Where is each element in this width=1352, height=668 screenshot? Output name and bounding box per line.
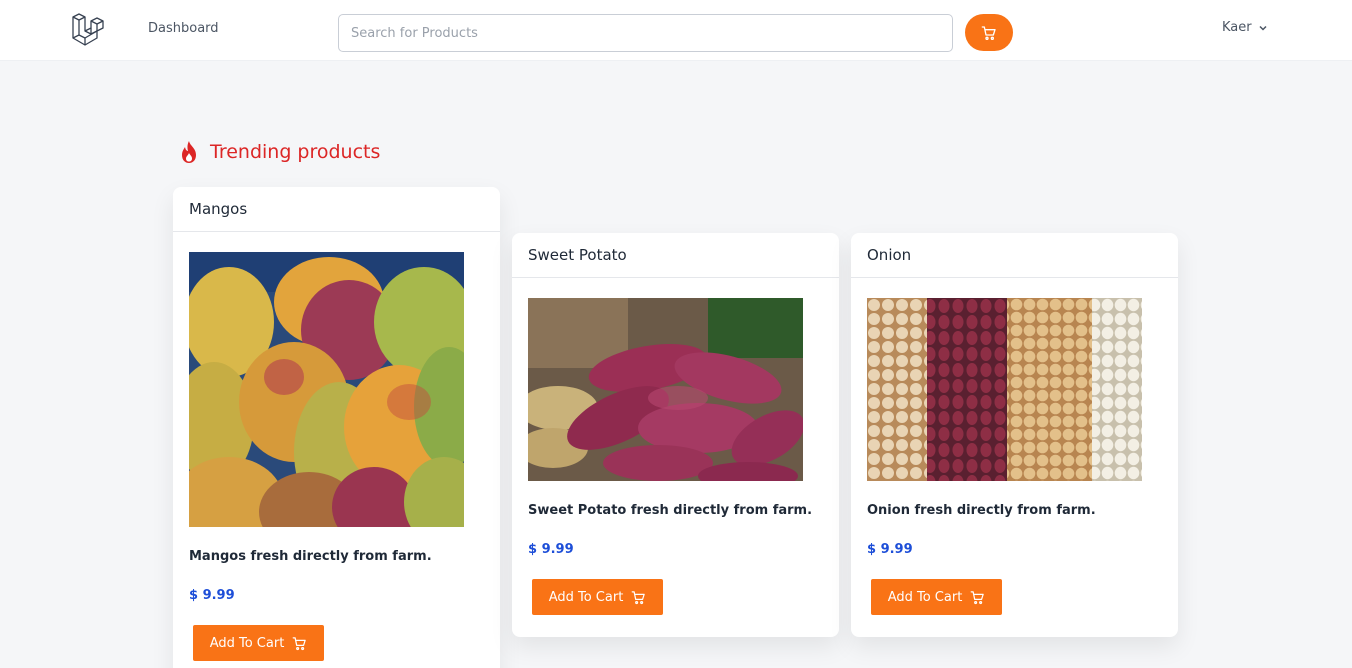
cart-button[interactable] [965, 14, 1013, 51]
product-name: Onion [851, 233, 1178, 278]
product-card-sweet-potato: Sweet Potato Sweet Potato fresh directly… [512, 233, 839, 637]
search-input[interactable] [338, 14, 953, 52]
mangos-photo [189, 252, 464, 527]
product-description: Onion fresh directly from farm. [867, 503, 1096, 518]
navbar: Dashboard Kaer [0, 0, 1352, 61]
product-price: $ 9.99 [528, 542, 574, 557]
product-name: Mangos [173, 187, 500, 232]
onion-photo [867, 298, 1142, 481]
fire-icon [182, 141, 196, 163]
product-card-onion: Onion Onion fresh directly from farm. $ … [851, 233, 1178, 637]
chevron-down-icon [1259, 25, 1267, 31]
add-to-cart-button[interactable]: Add To Cart [193, 625, 324, 661]
sweet-potato-photo [528, 298, 803, 481]
product-price: $ 9.99 [189, 588, 235, 603]
section-title: Trending products [210, 141, 381, 163]
add-to-cart-button[interactable]: Add To Cart [871, 579, 1002, 615]
product-price: $ 9.99 [867, 542, 913, 557]
product-card-mangos: Mangos Mangos fresh directly from farm. … [173, 187, 500, 668]
user-name: Kaer [1222, 20, 1252, 35]
user-menu[interactable]: Kaer [1222, 20, 1268, 35]
cart-icon [970, 590, 985, 604]
add-to-cart-label: Add To Cart [209, 635, 285, 651]
cart-icon [631, 590, 646, 604]
add-to-cart-label: Add To Cart [548, 589, 624, 605]
laravel-logo-icon[interactable] [70, 13, 104, 47]
add-to-cart-label: Add To Cart [887, 589, 963, 605]
section-heading: Trending products [178, 140, 380, 164]
product-description: Mangos fresh directly from farm. [189, 549, 432, 564]
cart-icon [981, 25, 996, 40]
cart-icon [292, 636, 307, 650]
product-description: Sweet Potato fresh directly from farm. [528, 503, 813, 518]
product-name: Sweet Potato [512, 233, 839, 278]
add-to-cart-button[interactable]: Add To Cart [532, 579, 663, 615]
nav-dashboard-link[interactable]: Dashboard [148, 21, 219, 36]
